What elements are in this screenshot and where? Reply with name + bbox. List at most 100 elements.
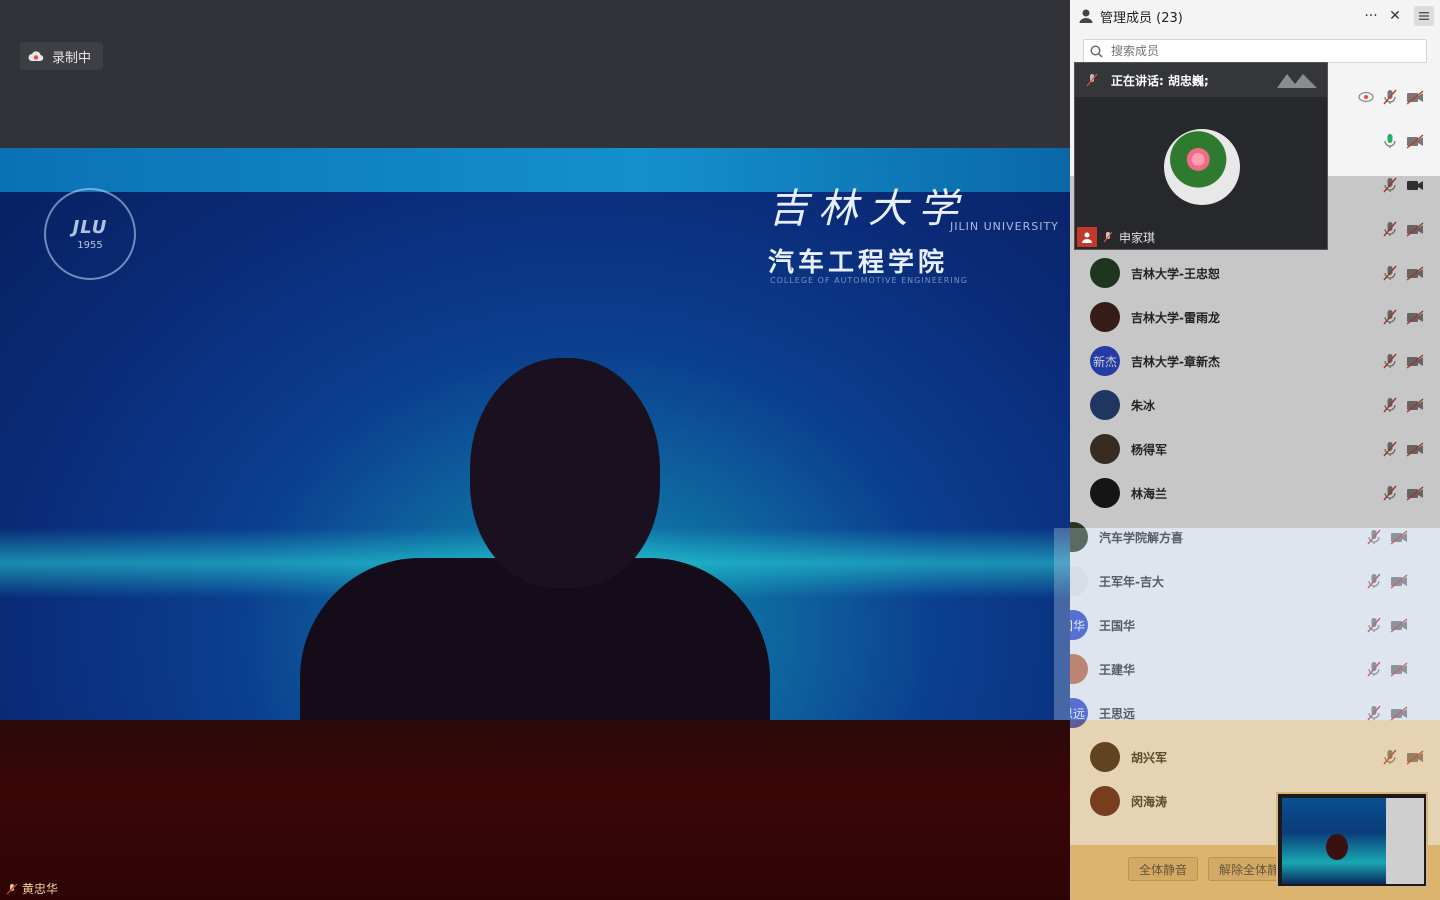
- close-panel-button[interactable]: ✕: [1386, 7, 1404, 25]
- member-avatar: [1090, 478, 1120, 508]
- school-name-en: JILIN UNIVERSITY: [950, 220, 1059, 233]
- camera-off-icon[interactable]: [1406, 265, 1424, 281]
- mic-muted-icon[interactable]: [1382, 485, 1398, 501]
- logo-mark: JLU: [72, 217, 108, 238]
- member-name: 胡兴军: [1131, 750, 1168, 765]
- mic-muted-icon[interactable]: [1366, 573, 1382, 589]
- speaker-head: [470, 358, 660, 588]
- member-avatar: [1090, 434, 1120, 464]
- preview-face: [1326, 834, 1348, 860]
- member-avatar: 思远: [1070, 698, 1088, 728]
- mic-muted-icon[interactable]: [1366, 617, 1382, 633]
- menu-lines-icon: [1419, 12, 1429, 20]
- mute-all-button[interactable]: 全体静音: [1128, 857, 1199, 881]
- logo-year: 1955: [77, 240, 103, 251]
- member-avatar: [1070, 522, 1088, 552]
- member-name: 王国华: [1099, 618, 1136, 633]
- member-avatar: [1090, 742, 1120, 772]
- member-row[interactable]: 杨得军: [1070, 427, 1440, 471]
- camera-off-icon[interactable]: [1406, 221, 1424, 237]
- camera-off-icon[interactable]: [1406, 133, 1424, 149]
- search-icon: [1090, 44, 1103, 58]
- mic-muted-icon[interactable]: [1382, 441, 1398, 457]
- camera-off-icon[interactable]: [1406, 353, 1424, 369]
- active-speaker-card[interactable]: 正在讲话: 胡忠巍; 申家琪: [1074, 62, 1328, 250]
- college-name-cn: 汽车工程学院: [768, 248, 949, 278]
- person-icon: [1079, 9, 1093, 23]
- recording-label: 录制中: [52, 50, 92, 66]
- member-row[interactable]: 胡兴军: [1070, 735, 1440, 779]
- mic-muted-icon[interactable]: [1382, 397, 1398, 413]
- member-name: 汽车学院解方喜: [1099, 530, 1184, 545]
- member-row[interactable]: 汽车学院解方喜: [1070, 515, 1424, 559]
- university-logo: JLU 1955: [44, 188, 136, 280]
- eye-icon[interactable]: [1358, 91, 1374, 103]
- member-name: 王思远: [1099, 706, 1136, 721]
- mic-muted-icon[interactable]: [1382, 221, 1398, 237]
- camera-off-icon[interactable]: [1390, 617, 1408, 633]
- participant-name: 申家琪: [1119, 230, 1156, 245]
- speaker-video[interactable]: JLU 1955 吉林大学 JILIN UNIVERSITY 汽车工程学院 CO…: [0, 148, 1070, 720]
- member-avatar: 新杰: [1090, 346, 1120, 376]
- main-speaker-tag: 黄忠华: [6, 880, 58, 897]
- panel-header: 管理成员 (23) ··· ✕: [1070, 0, 1440, 32]
- more-options-button[interactable]: ···: [1362, 7, 1380, 25]
- mic-muted-icon[interactable]: [1366, 705, 1382, 721]
- member-name: 王军年-吉大: [1099, 574, 1164, 589]
- member-avatar: [1090, 258, 1120, 288]
- member-row[interactable]: 朱冰: [1070, 383, 1440, 427]
- mic-muted-icon[interactable]: [1366, 529, 1382, 545]
- search-input[interactable]: [1109, 43, 1413, 59]
- member-row[interactable]: 林海兰: [1070, 471, 1440, 515]
- camera-on-icon[interactable]: [1406, 177, 1424, 193]
- mic-muted-icon[interactable]: [1366, 661, 1382, 677]
- participant-tag: 申家琪: [1075, 225, 1329, 249]
- mic-muted-icon[interactable]: [1382, 309, 1398, 325]
- member-row[interactable]: 新杰 吉林大学-章新杰: [1070, 339, 1440, 383]
- recording-indicator[interactable]: 录制中: [20, 42, 104, 70]
- member-row[interactable]: 国华王国华: [1070, 603, 1424, 647]
- member-name: 吉林大学-雷雨龙: [1131, 310, 1220, 325]
- member-row[interactable]: 王军年-吉大: [1070, 559, 1424, 603]
- speaking-label: 正在讲话: 胡忠巍;: [1111, 73, 1209, 88]
- mic-muted-icon[interactable]: [1382, 353, 1398, 369]
- member-avatar: [1070, 654, 1088, 684]
- mic-muted-icon[interactable]: [1382, 177, 1398, 193]
- mic-muted-icon[interactable]: [1382, 265, 1398, 281]
- member-row[interactable]: 思远王思远: [1070, 691, 1424, 735]
- mic-muted-icon[interactable]: [1382, 749, 1398, 765]
- speaker-silhouette: [280, 358, 780, 720]
- app-logo-icon: [1277, 74, 1317, 88]
- participant-avatar: [1164, 129, 1240, 205]
- top-bar: 录制中: [0, 0, 1070, 148]
- member-avatar: [1070, 566, 1088, 596]
- member-avatar: [1090, 786, 1120, 816]
- camera-off-icon[interactable]: [1406, 89, 1424, 105]
- camera-off-icon[interactable]: [1406, 397, 1424, 413]
- camera-off-icon[interactable]: [1406, 441, 1424, 457]
- camera-off-icon[interactable]: [1390, 705, 1408, 721]
- member-row[interactable]: 吉林大学-王忠恕: [1070, 251, 1440, 295]
- mic-on-icon[interactable]: [1382, 133, 1398, 149]
- member-name: 朱冰: [1131, 398, 1156, 413]
- camera-off-icon[interactable]: [1406, 485, 1424, 501]
- member-avatar: [1090, 390, 1120, 420]
- speaking-bar: 正在讲话: 胡忠巍;: [1075, 63, 1327, 97]
- camera-off-icon[interactable]: [1406, 309, 1424, 325]
- self-view-preview[interactable]: [1276, 792, 1428, 888]
- camera-off-icon[interactable]: [1406, 749, 1424, 765]
- college-name-en: COLLEGE OF AUTOMOTIVE ENGINEERING: [770, 276, 968, 285]
- mic-muted-icon[interactable]: [1382, 89, 1398, 105]
- mic-muted-icon: [6, 883, 18, 894]
- camera-off-icon[interactable]: [1390, 661, 1408, 677]
- participant-mini-avatar: [1077, 227, 1097, 247]
- member-row[interactable]: 王建华: [1070, 647, 1424, 691]
- member-name: 王建华: [1099, 662, 1136, 677]
- camera-off-icon[interactable]: [1390, 573, 1408, 589]
- menu-icon[interactable]: [1414, 6, 1434, 26]
- preview-panel: [1386, 798, 1424, 884]
- camera-off-icon[interactable]: [1390, 529, 1408, 545]
- member-name: 杨得军: [1131, 442, 1168, 457]
- member-row[interactable]: 吉林大学-雷雨龙: [1070, 295, 1440, 339]
- member-search[interactable]: [1083, 39, 1427, 63]
